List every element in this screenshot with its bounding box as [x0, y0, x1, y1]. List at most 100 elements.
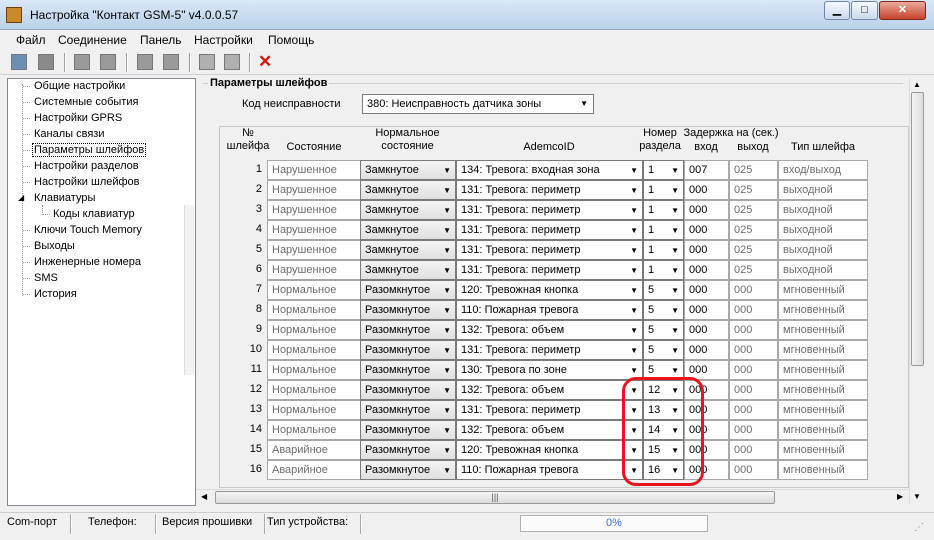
ademco-id-select[interactable]: 131: Тревога: периметр ▼: [456, 260, 643, 280]
tree-item-sms[interactable]: SMS: [34, 272, 58, 284]
collapse-triangle-icon[interactable]: ◢: [18, 193, 24, 202]
normal-state-select[interactable]: Замкнутое ▼: [360, 260, 456, 280]
normal-state-select[interactable]: Замкнутое ▼: [360, 240, 456, 260]
menu-panel[interactable]: Панель: [140, 33, 181, 47]
scroll-up-icon[interactable]: ▲: [913, 80, 921, 89]
partition-select[interactable]: 5 ▼: [643, 300, 684, 320]
tree-item-keyboards[interactable]: Клавиатуры: [34, 192, 95, 204]
delay-out-field[interactable]: 000: [729, 280, 778, 300]
tree-item-touch-memory[interactable]: Ключи Touch Memory: [34, 224, 142, 236]
menu-help[interactable]: Помощь: [268, 33, 314, 47]
close-button[interactable]: ✕: [879, 1, 926, 20]
printer-icon[interactable]: [11, 54, 27, 70]
delay-out-field[interactable]: 000: [729, 360, 778, 380]
delay-in-field[interactable]: 000: [684, 240, 729, 260]
tree-item-loop-settings[interactable]: Настройки шлейфов: [34, 176, 140, 188]
ademco-id-select[interactable]: 120: Тревожная кнопка ▼: [456, 440, 643, 460]
partition-select[interactable]: 5 ▼: [643, 280, 684, 300]
ademco-id-select[interactable]: 131: Тревога: периметр ▼: [456, 340, 643, 360]
ademco-id-select[interactable]: 131: Тревога: периметр ▼: [456, 240, 643, 260]
normal-state-select[interactable]: Разомкнутое ▼: [360, 320, 456, 340]
partition-select[interactable]: 1 ▼: [643, 180, 684, 200]
normal-state-select[interactable]: Разомкнутое ▼: [360, 460, 456, 480]
normal-state-select[interactable]: Замкнутое ▼: [360, 200, 456, 220]
menu-file[interactable]: Файл: [16, 33, 46, 47]
partition-select[interactable]: 1 ▼: [643, 160, 684, 180]
ademco-id-select[interactable]: 120: Тревожная кнопка ▼: [456, 280, 643, 300]
delay-out-field[interactable]: 025: [729, 240, 778, 260]
normal-state-select[interactable]: Замкнутое ▼: [360, 160, 456, 180]
menu-settings[interactable]: Настройки: [194, 33, 253, 47]
partition-select[interactable]: 1 ▼: [643, 200, 684, 220]
tree-item-history[interactable]: История: [34, 288, 77, 300]
normal-state-select[interactable]: Разомкнутое ▼: [360, 400, 456, 420]
resize-grip-icon[interactable]: ⋰: [914, 522, 924, 533]
horizontal-scroll-thumb[interactable]: |||: [215, 491, 775, 504]
normal-state-select[interactable]: Разомкнутое ▼: [360, 280, 456, 300]
normal-state-select[interactable]: Разомкнутое ▼: [360, 440, 456, 460]
partition-select[interactable]: 5 ▼: [643, 320, 684, 340]
vertical-scroll-thumb[interactable]: [911, 92, 924, 366]
normal-state-select[interactable]: Разомкнутое ▼: [360, 420, 456, 440]
delay-in-field[interactable]: 000: [684, 180, 729, 200]
menu-connection[interactable]: Соединение: [58, 33, 127, 47]
delay-out-field[interactable]: 025: [729, 220, 778, 240]
ademco-id-select[interactable]: 132: Тревога: объем ▼: [456, 380, 643, 400]
delay-in-field[interactable]: 000: [684, 320, 729, 340]
delay-in-field[interactable]: 000: [684, 280, 729, 300]
tree-item-loop-params[interactable]: Параметры шлейфов: [32, 143, 147, 157]
ademco-id-select[interactable]: 110: Пожарная тревога ▼: [456, 300, 643, 320]
tree-item-gprs[interactable]: Настройки GPRS: [34, 112, 122, 124]
export-icon[interactable]: [199, 54, 215, 70]
delay-in-field[interactable]: 000: [684, 340, 729, 360]
ademco-id-select[interactable]: 131: Тревога: периметр ▼: [456, 400, 643, 420]
tree-item-general[interactable]: Общие настройки: [34, 80, 125, 92]
delay-out-field[interactable]: 000: [729, 440, 778, 460]
delay-out-field[interactable]: 025: [729, 160, 778, 180]
minimize-button[interactable]: ▁: [824, 1, 850, 20]
connect-icon[interactable]: [38, 54, 54, 70]
scroll-left-icon[interactable]: ◀: [201, 492, 207, 501]
ademco-id-select[interactable]: 130: Тревога по зоне ▼: [456, 360, 643, 380]
delay-in-field[interactable]: 000: [684, 300, 729, 320]
ademco-id-select[interactable]: 131: Тревога: периметр ▼: [456, 180, 643, 200]
normal-state-select[interactable]: Замкнутое ▼: [360, 180, 456, 200]
read-icon[interactable]: [74, 54, 90, 70]
scroll-down-icon[interactable]: ▼: [913, 492, 921, 501]
open-icon[interactable]: [137, 54, 153, 70]
delay-out-field[interactable]: 000: [729, 380, 778, 400]
write-icon[interactable]: [100, 54, 116, 70]
normal-state-select[interactable]: Разомкнутое ▼: [360, 340, 456, 360]
normal-state-select[interactable]: Разомкнутое ▼: [360, 380, 456, 400]
delay-out-field[interactable]: 025: [729, 260, 778, 280]
maximize-button[interactable]: □: [851, 1, 878, 20]
partition-select[interactable]: 1 ▼: [643, 240, 684, 260]
delay-in-field[interactable]: 000: [684, 260, 729, 280]
partition-select[interactable]: 5 ▼: [643, 340, 684, 360]
delay-out-field[interactable]: 000: [729, 420, 778, 440]
delete-icon[interactable]: ✕: [258, 52, 272, 72]
save-icon[interactable]: [163, 54, 179, 70]
normal-state-select[interactable]: Замкнутое ▼: [360, 220, 456, 240]
partition-select[interactable]: 1 ▼: [643, 220, 684, 240]
import-icon[interactable]: [224, 54, 240, 70]
splitter-handle[interactable]: [184, 205, 194, 375]
ademco-id-select[interactable]: 134: Тревога: входная зона ▼: [456, 160, 643, 180]
delay-out-field[interactable]: 025: [729, 180, 778, 200]
delay-out-field[interactable]: 000: [729, 400, 778, 420]
delay-out-field[interactable]: 000: [729, 320, 778, 340]
tree-item-outputs[interactable]: Выходы: [34, 240, 75, 252]
delay-out-field[interactable]: 000: [729, 460, 778, 480]
delay-in-field[interactable]: 007: [684, 160, 729, 180]
tree-item-engineer-numbers[interactable]: Инженерные номера: [34, 256, 141, 268]
delay-in-field[interactable]: 000: [684, 200, 729, 220]
fault-code-select[interactable]: 380: Неисправность датчика зоны ▼: [362, 94, 594, 114]
tree-item-channels[interactable]: Каналы связи: [34, 128, 104, 140]
ademco-id-select[interactable]: 132: Тревога: объем ▼: [456, 320, 643, 340]
ademco-id-select[interactable]: 110: Пожарная тревога ▼: [456, 460, 643, 480]
normal-state-select[interactable]: Разомкнутое ▼: [360, 360, 456, 380]
normal-state-select[interactable]: Разомкнутое ▼: [360, 300, 456, 320]
tree-item-keyboard-codes[interactable]: Коды клавиатур: [53, 208, 135, 220]
ademco-id-select[interactable]: 131: Тревога: периметр ▼: [456, 200, 643, 220]
tree-item-partitions[interactable]: Настройки разделов: [34, 160, 139, 172]
